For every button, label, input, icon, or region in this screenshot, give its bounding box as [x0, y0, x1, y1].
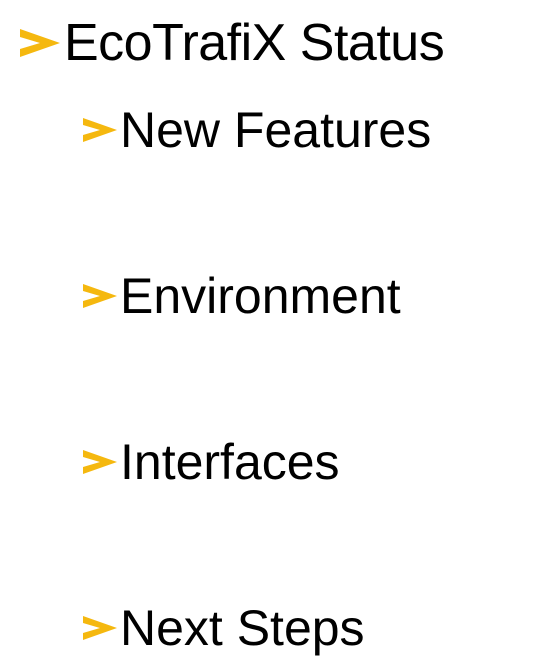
bullet-label: Environment	[120, 268, 401, 324]
slide: EcoTrafiX Status New Features Environmen…	[0, 0, 548, 658]
chevron-right-icon	[80, 115, 120, 145]
chevron-right-icon	[80, 281, 120, 311]
bullet-item-next-steps: Next Steps	[80, 598, 365, 658]
chevron-right-icon	[16, 25, 64, 61]
bullet-label: Interfaces	[120, 434, 340, 490]
chevron-right-icon	[80, 447, 120, 477]
bullet-item-interfaces: Interfaces	[80, 432, 340, 492]
slide-title: EcoTrafiX Status	[16, 10, 445, 76]
bullet-item-environment: Environment	[80, 266, 401, 326]
slide-title-text: EcoTrafiX Status	[64, 14, 445, 72]
bullet-label: New Features	[120, 102, 432, 158]
chevron-right-icon	[80, 613, 120, 643]
bullet-label: Next Steps	[120, 600, 365, 656]
bullet-item-new-features: New Features	[80, 100, 431, 160]
